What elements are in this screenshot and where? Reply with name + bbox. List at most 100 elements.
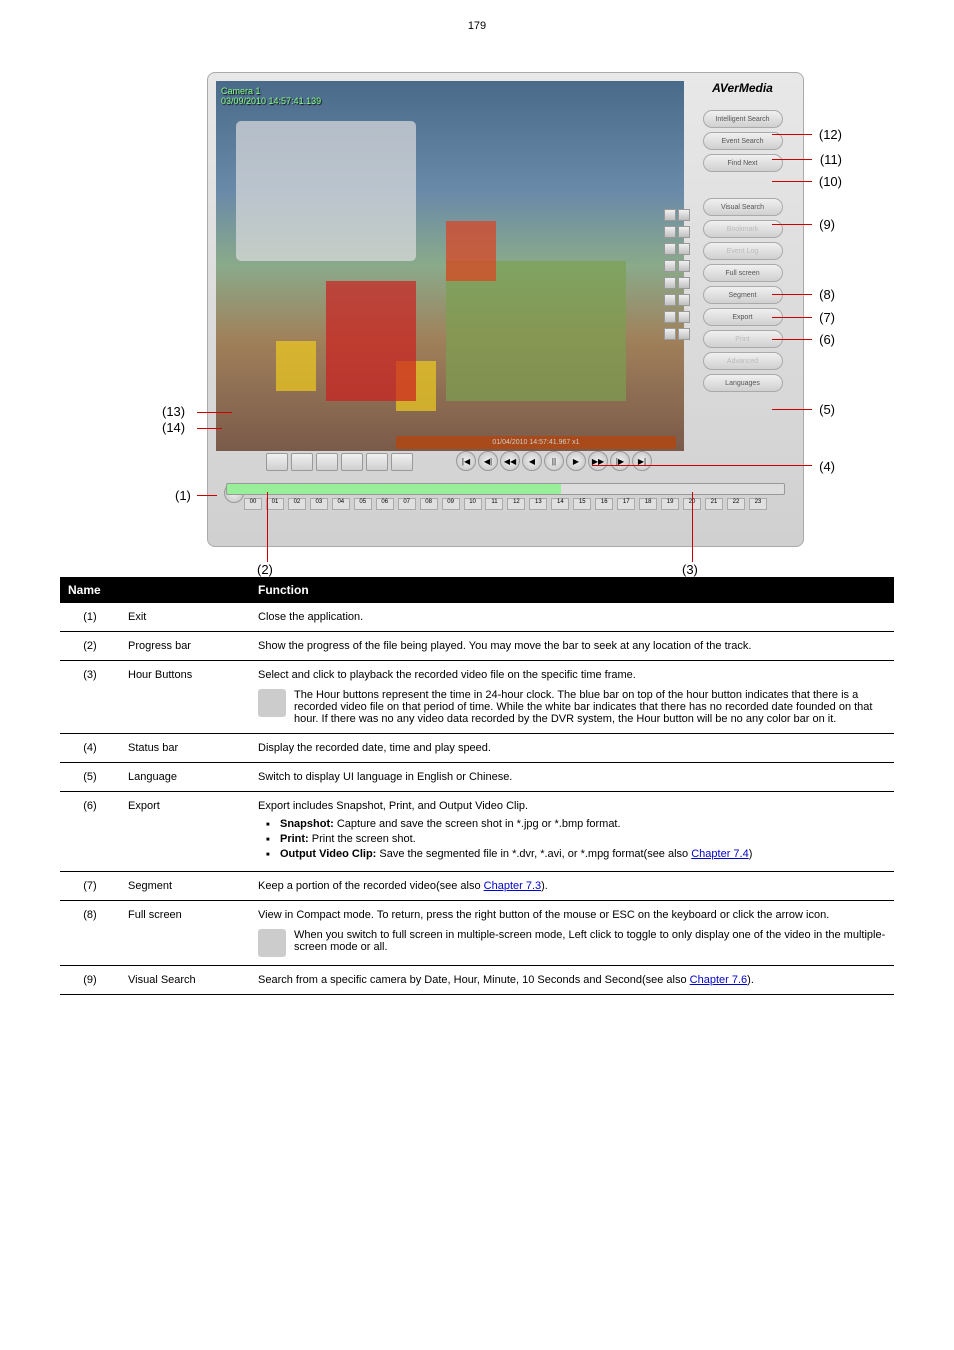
- camera-button[interactable]: [678, 260, 690, 272]
- row-number: (8): [60, 901, 120, 966]
- hour-button[interactable]: 10: [464, 498, 482, 510]
- hour-button[interactable]: 15: [573, 498, 591, 510]
- callout-4: (4): [819, 459, 835, 474]
- intelligent-search-button[interactable]: Intelligent Search: [703, 110, 783, 128]
- list-item: Output Video Clip: Save the segmented fi…: [266, 848, 886, 860]
- split-1-icon[interactable]: [266, 453, 288, 471]
- prev-frame-button[interactable]: ◀|: [478, 451, 498, 471]
- hour-button[interactable]: 18: [639, 498, 657, 510]
- hour-button[interactable]: 14: [551, 498, 569, 510]
- full-screen-button[interactable]: Full screen: [703, 264, 783, 282]
- camera-button[interactable]: [664, 294, 676, 306]
- camera-button[interactable]: [678, 294, 690, 306]
- camera-button[interactable]: [664, 328, 676, 340]
- video-playback-area: Camera 1 03/09/2010 14:57:41.139: [216, 81, 684, 451]
- row-function: Keep a portion of the recorded video(see…: [250, 872, 894, 901]
- camera-button[interactable]: [664, 260, 676, 272]
- split-13-icon[interactable]: [391, 453, 413, 471]
- languages-button[interactable]: Languages: [703, 374, 783, 392]
- hour-button[interactable]: 04: [332, 498, 350, 510]
- event-log-button[interactable]: Event Log: [703, 242, 783, 260]
- camera-button[interactable]: [664, 277, 676, 289]
- callout-12: (12): [819, 127, 842, 142]
- chapter-link[interactable]: Chapter 7.3: [484, 880, 541, 892]
- dvr-screenshot: Camera 1 03/09/2010 14:57:41.139 AVerMed…: [127, 72, 827, 547]
- pause-button[interactable]: ||: [544, 451, 564, 471]
- hour-button[interactable]: 08: [420, 498, 438, 510]
- function-table: Name Function (1)ExitClose the applicati…: [60, 577, 894, 995]
- hour-button[interactable]: 21: [705, 498, 723, 510]
- segment-button[interactable]: Segment: [703, 286, 783, 304]
- play-button[interactable]: ▶: [566, 451, 586, 471]
- hour-button[interactable]: 19: [661, 498, 679, 510]
- hour-button[interactable]: 05: [354, 498, 372, 510]
- hour-button[interactable]: 11: [485, 498, 503, 510]
- camera-grid: [663, 208, 691, 344]
- hour-button[interactable]: 16: [595, 498, 613, 510]
- callout-2: (2): [257, 562, 273, 577]
- split-4-icon[interactable]: [291, 453, 313, 471]
- table-row: (7)SegmentKeep a portion of the recorded…: [60, 872, 894, 901]
- hour-button[interactable]: 12: [507, 498, 525, 510]
- camera-button[interactable]: [664, 226, 676, 238]
- row-number: (5): [60, 763, 120, 792]
- advanced-button[interactable]: Advanced: [703, 352, 783, 370]
- callout-3: (3): [682, 562, 698, 577]
- row-number: (7): [60, 872, 120, 901]
- split-9-icon[interactable]: [316, 453, 338, 471]
- row-name: Segment: [120, 872, 250, 901]
- row-function: Select and click to playback the recorde…: [250, 661, 894, 734]
- print-button[interactable]: Print: [703, 330, 783, 348]
- visual-search-button[interactable]: Visual Search: [703, 198, 783, 216]
- hour-button[interactable]: 23: [749, 498, 767, 510]
- chapter-link[interactable]: Chapter 7.6: [690, 974, 747, 986]
- hour-button[interactable]: 07: [398, 498, 416, 510]
- hour-button[interactable]: 03: [310, 498, 328, 510]
- fast-forward-button[interactable]: ▶▶: [588, 451, 608, 471]
- row-function: Show the progress of the file being play…: [250, 632, 894, 661]
- row-name: Export: [120, 792, 250, 872]
- camera-button[interactable]: [678, 328, 690, 340]
- camera-button[interactable]: [678, 226, 690, 238]
- table-row: (1)ExitClose the application.: [60, 603, 894, 632]
- row-name: Hour Buttons: [120, 661, 250, 734]
- camera-button[interactable]: [678, 277, 690, 289]
- row-function: Switch to display UI language in English…: [250, 763, 894, 792]
- hour-button[interactable]: 01: [266, 498, 284, 510]
- table-row: (2)Progress barShow the progress of the …: [60, 632, 894, 661]
- row-function: Export includes Snapshot, Print, and Out…: [250, 792, 894, 872]
- camera-button[interactable]: [678, 209, 690, 221]
- camera-button[interactable]: [664, 209, 676, 221]
- callout-7: (7): [819, 310, 835, 325]
- export-button[interactable]: Export: [703, 308, 783, 326]
- chapter-link[interactable]: Chapter 7.4: [691, 848, 748, 860]
- camera-button[interactable]: [664, 243, 676, 255]
- last-frame-button[interactable]: ▶|: [632, 451, 652, 471]
- hour-button[interactable]: 02: [288, 498, 306, 510]
- play-reverse-button[interactable]: ◀: [522, 451, 542, 471]
- camera-button[interactable]: [678, 243, 690, 255]
- event-search-button[interactable]: Event Search: [703, 132, 783, 150]
- callout-9: (9): [819, 217, 835, 232]
- table-header-function: Function: [250, 577, 894, 603]
- hour-button[interactable]: 13: [529, 498, 547, 510]
- row-name: Exit: [120, 603, 250, 632]
- first-frame-button[interactable]: |◀: [456, 451, 476, 471]
- hour-button[interactable]: 17: [617, 498, 635, 510]
- rewind-button[interactable]: ◀◀: [500, 451, 520, 471]
- hour-button[interactable]: 09: [442, 498, 460, 510]
- table-row: (9)Visual SearchSearch from a specific c…: [60, 966, 894, 995]
- hour-button[interactable]: 06: [376, 498, 394, 510]
- table-row: (4)Status barDisplay the recorded date, …: [60, 734, 894, 763]
- find-next-button[interactable]: Find Next: [703, 154, 783, 172]
- camera-button[interactable]: [664, 311, 676, 323]
- next-frame-button[interactable]: |▶: [610, 451, 630, 471]
- hour-button[interactable]: 00: [244, 498, 262, 510]
- split-16-icon[interactable]: [341, 453, 363, 471]
- hour-button[interactable]: 22: [727, 498, 745, 510]
- bookmark-button[interactable]: Bookmark: [703, 220, 783, 238]
- callout-8: (8): [819, 287, 835, 302]
- progress-bar[interactable]: [226, 483, 785, 495]
- split-8-icon[interactable]: [366, 453, 388, 471]
- camera-button[interactable]: [678, 311, 690, 323]
